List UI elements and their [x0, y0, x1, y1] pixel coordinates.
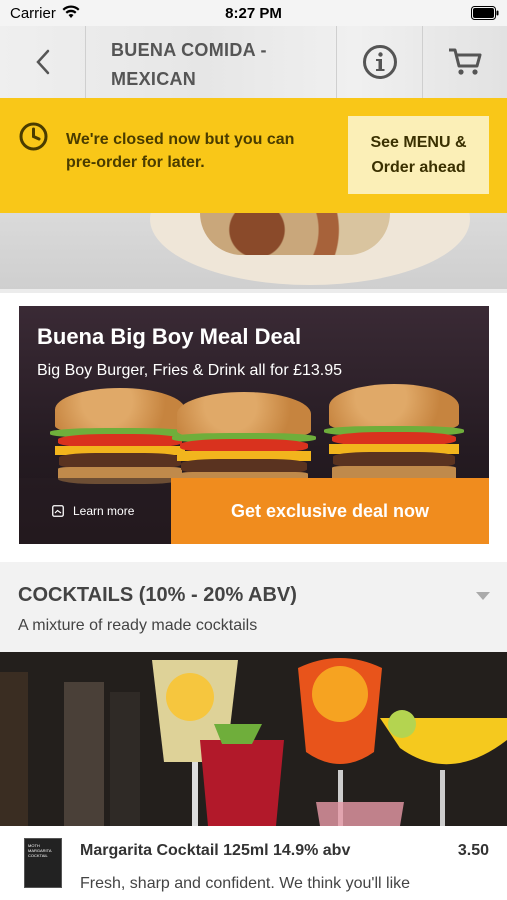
closed-message-line-1: We're closed now but you can: [66, 131, 295, 148]
cocktail-glasses-illustration: [0, 652, 507, 826]
closed-banner: We're closed now but you can pre-order f…: [0, 98, 507, 213]
item-thumbnail-label: MOTH MARGARITA COCKTAIL: [28, 843, 52, 858]
learn-more-label: Learn more: [73, 504, 135, 518]
restaurant-title: BUENA COMIDA - MEXICAN: [86, 26, 337, 98]
preorder-button-line-2: Order ahead: [371, 159, 466, 176]
divider: [0, 289, 507, 293]
deal-title: Buena Big Boy Meal Deal: [37, 324, 302, 349]
item-thumbnail: MOTH MARGARITA COCKTAIL: [24, 838, 62, 888]
section-title: COCKTAILS (10% - 20% ABV): [18, 584, 297, 606]
burrito-filling-shape: [200, 213, 390, 255]
item-price: 3.50: [457, 842, 489, 859]
title-line-2: MEXICAN: [111, 69, 197, 89]
deal-subtitle: Big Boy Burger, Fries & Drink all for £1…: [37, 362, 343, 379]
cart-icon: [449, 48, 482, 75]
image-icon: [52, 505, 64, 517]
section-description: A mixture of ready made cocktails: [18, 617, 258, 634]
menu-item[interactable]: MOTH MARGARITA COCKTAIL Margarita Cockta…: [0, 826, 507, 900]
deal-button-label: Get exclusive deal now: [230, 500, 430, 521]
item-description: Fresh, sharp and confident. We think you…: [80, 875, 411, 892]
burger-image-3: [323, 384, 465, 484]
meal-deal-card[interactable]: Buena Big Boy Meal Deal Big Boy Burger, …: [19, 306, 489, 544]
cocktails-image: [0, 652, 507, 826]
info-button[interactable]: [337, 26, 423, 98]
status-bar: Carrier 8:27 PM: [0, 0, 507, 26]
caret-down-icon[interactable]: [476, 592, 490, 600]
clock-icon: [19, 122, 48, 151]
closed-message: We're closed now but you can pre-order f…: [66, 128, 326, 174]
cart-button[interactable]: [423, 26, 507, 98]
restaurant-header: BUENA COMIDA - MEXICAN: [0, 26, 507, 98]
learn-more-link[interactable]: Learn more: [19, 478, 171, 544]
item-name: Margarita Cocktail 125ml 14.9% abv: [80, 842, 351, 859]
title-line-1: BUENA COMIDA -: [111, 40, 267, 60]
get-exclusive-deal-button[interactable]: Get exclusive deal now: [171, 478, 489, 544]
info-icon: [362, 45, 397, 79]
clock-time: 8:27 PM: [225, 5, 282, 22]
closed-message-line-2: pre-order for later.: [66, 154, 205, 171]
chevron-left-icon: [35, 49, 49, 75]
preorder-button-line-1: See MENU &: [370, 134, 467, 151]
back-button[interactable]: [0, 26, 86, 98]
burger-image-1: [49, 388, 191, 484]
hero-food-image: [0, 213, 507, 289]
burger-image-2: [171, 392, 317, 490]
see-menu-order-ahead-button[interactable]: See MENU & Order ahead: [348, 116, 489, 194]
battery-icon: [471, 6, 499, 20]
cocktails-section-header[interactable]: COCKTAILS (10% - 20% ABV) A mixture of r…: [0, 562, 507, 652]
